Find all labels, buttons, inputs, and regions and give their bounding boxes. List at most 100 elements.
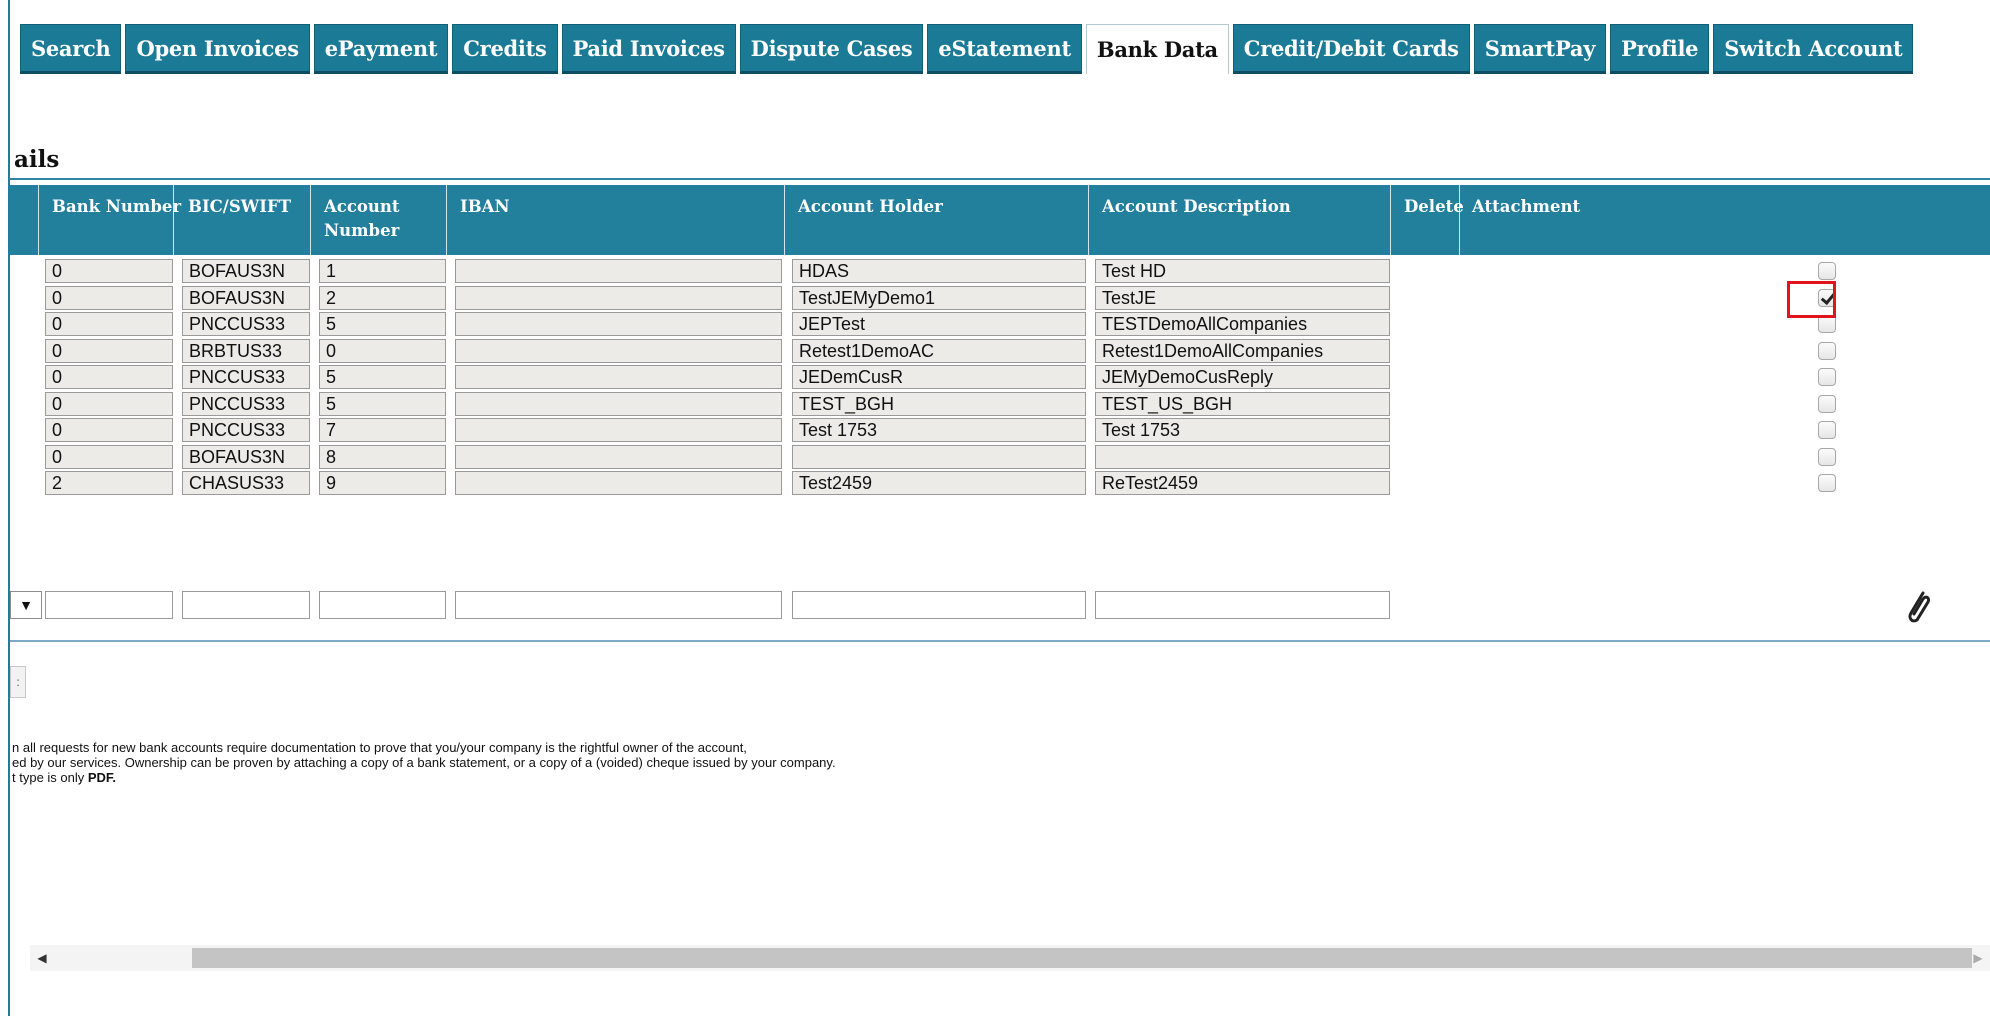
account-number-field[interactable]: 8: [319, 444, 446, 469]
bic-swift-field[interactable]: BRBTUS33: [182, 338, 310, 363]
tab-bank-data[interactable]: Bank Data: [1085, 24, 1229, 74]
table-header: Bank Number BIC/SWIFT Account Number IBA…: [10, 185, 1990, 255]
account-description-field[interactable]: TESTDemoAllCompanies: [1095, 312, 1390, 336]
new-account-number-input[interactable]: [319, 591, 446, 619]
new-iban-input[interactable]: [455, 591, 782, 619]
scrollbar-thumb[interactable]: [192, 948, 1972, 968]
account-description-field[interactable]: TEST_US_BGH: [1095, 391, 1390, 416]
bic-swift-field[interactable]: PNCCUS33: [182, 418, 310, 442]
bank-number-field[interactable]: 0: [45, 418, 173, 442]
bank-number-field[interactable]: 0: [45, 391, 173, 416]
note-line-1: n all requests for new bank accounts req…: [12, 740, 747, 755]
tab-search[interactable]: Search: [20, 24, 122, 74]
iban-field[interactable]: [455, 285, 782, 310]
account-number-field[interactable]: 0: [319, 338, 446, 363]
tab-dispute-cases[interactable]: Dispute Cases: [739, 24, 924, 74]
delete-checkbox[interactable]: [1818, 394, 1836, 413]
horizontal-scrollbar[interactable]: ◀ ▶: [30, 945, 1990, 971]
table-row: 2 CHASUS33 9 Test2459 ReTest2459: [0, 470, 1990, 496]
paperclip-icon[interactable]: [1903, 587, 1933, 627]
header-account-number-line2: Number: [324, 221, 400, 240]
account-description-field[interactable]: Test HD: [1095, 259, 1390, 283]
bic-swift-field[interactable]: PNCCUS33: [182, 391, 310, 416]
bic-swift-field[interactable]: BOFAUS3N: [182, 444, 310, 469]
account-description-field[interactable]: JEMyDemoCusReply: [1095, 365, 1390, 389]
delete-checkbox[interactable]: [1818, 341, 1836, 360]
account-holder-field[interactable]: JEPTest: [792, 312, 1086, 336]
account-number-field[interactable]: 9: [319, 471, 446, 495]
bic-swift-field[interactable]: BOFAUS3N: [182, 259, 310, 283]
account-holder-field[interactable]: Test2459: [792, 471, 1086, 495]
column-separator: [1459, 185, 1460, 255]
bank-number-field[interactable]: 0: [45, 338, 173, 363]
account-number-field[interactable]: 5: [319, 391, 446, 416]
new-account-description-input[interactable]: [1095, 591, 1390, 619]
bic-swift-field[interactable]: PNCCUS33: [182, 312, 310, 336]
account-number-field[interactable]: 5: [319, 365, 446, 389]
iban-field[interactable]: [455, 365, 782, 389]
delete-checkbox[interactable]: [1818, 474, 1836, 492]
iban-field[interactable]: [455, 312, 782, 336]
tab-credit-debit-cards[interactable]: Credit/Debit Cards: [1232, 24, 1470, 74]
bank-number-field[interactable]: 0: [45, 312, 173, 336]
header-account-holder: Account Holder: [798, 197, 943, 216]
bic-swift-field[interactable]: CHASUS33: [182, 471, 310, 495]
account-holder-field[interactable]: [792, 444, 1086, 469]
table-row: 0 BOFAUS3N 1 HDAS Test HD: [0, 258, 1990, 284]
new-bic-swift-input[interactable]: [182, 591, 310, 619]
tab-estatement[interactable]: eStatement: [927, 24, 1082, 74]
bank-number-field[interactable]: 2: [45, 471, 173, 495]
account-holder-field[interactable]: TestJEMyDemo1: [792, 285, 1086, 310]
iban-field[interactable]: [455, 444, 782, 469]
new-row-select[interactable]: ▼: [10, 591, 42, 619]
note-line-2: ed by our services. Ownership can be pro…: [12, 755, 836, 770]
account-number-field[interactable]: 2: [319, 285, 446, 310]
delete-checkbox[interactable]: [1818, 262, 1836, 280]
tab-smartpay[interactable]: SmartPay: [1473, 24, 1607, 74]
scroll-right-icon[interactable]: ▶: [1966, 945, 1990, 971]
tab-switch-account[interactable]: Switch Account: [1713, 24, 1914, 74]
account-holder-field[interactable]: Test 1753: [792, 418, 1086, 442]
tab-paid-invoices[interactable]: Paid Invoices: [561, 24, 736, 74]
account-description-field[interactable]: Test 1753: [1095, 418, 1390, 442]
column-separator: [446, 185, 447, 255]
bank-number-field[interactable]: 0: [45, 365, 173, 389]
column-separator: [173, 185, 174, 255]
account-number-field[interactable]: 5: [319, 312, 446, 336]
table-row: 0 BOFAUS3N 8: [0, 444, 1990, 470]
account-number-field[interactable]: 7: [319, 418, 446, 442]
bic-swift-field[interactable]: PNCCUS33: [182, 365, 310, 389]
account-number-field[interactable]: 1: [319, 259, 446, 283]
account-holder-field[interactable]: HDAS: [792, 259, 1086, 283]
new-account-holder-input[interactable]: [792, 591, 1086, 619]
bank-number-field[interactable]: 0: [45, 444, 173, 469]
tab-open-invoices[interactable]: Open Invoices: [125, 24, 310, 74]
account-description-field[interactable]: ReTest2459: [1095, 471, 1390, 495]
iban-field[interactable]: [455, 338, 782, 363]
iban-field[interactable]: [455, 471, 782, 495]
partial-button[interactable]: :: [10, 666, 26, 698]
iban-field[interactable]: [455, 418, 782, 442]
bank-number-field[interactable]: 0: [45, 259, 173, 283]
tab-credits[interactable]: Credits: [452, 24, 558, 74]
delete-checkbox[interactable]: [1818, 421, 1836, 439]
iban-field[interactable]: [455, 259, 782, 283]
iban-field[interactable]: [455, 391, 782, 416]
account-holder-field[interactable]: TEST_BGH: [792, 391, 1086, 416]
header-account-number-line1: Account: [324, 197, 400, 216]
new-bank-account-row: ▼: [0, 591, 1990, 619]
account-description-field[interactable]: TestJE: [1095, 285, 1390, 310]
account-description-field[interactable]: Retest1DemoAllCompanies: [1095, 338, 1390, 363]
account-description-field[interactable]: [1095, 444, 1390, 469]
tab-epayment[interactable]: ePayment: [313, 24, 449, 74]
tab-profile[interactable]: Profile: [1610, 24, 1710, 74]
delete-checkbox[interactable]: [1818, 368, 1836, 386]
delete-checkbox[interactable]: [1818, 447, 1836, 466]
bic-swift-field[interactable]: BOFAUS3N: [182, 285, 310, 310]
account-holder-field[interactable]: Retest1DemoAC: [792, 338, 1086, 363]
scroll-left-icon[interactable]: ◀: [30, 945, 54, 971]
page-left-border: [8, 0, 10, 1016]
account-holder-field[interactable]: JEDemCusR: [792, 365, 1086, 389]
bank-number-field[interactable]: 0: [45, 285, 173, 310]
new-bank-number-input[interactable]: [45, 591, 173, 619]
